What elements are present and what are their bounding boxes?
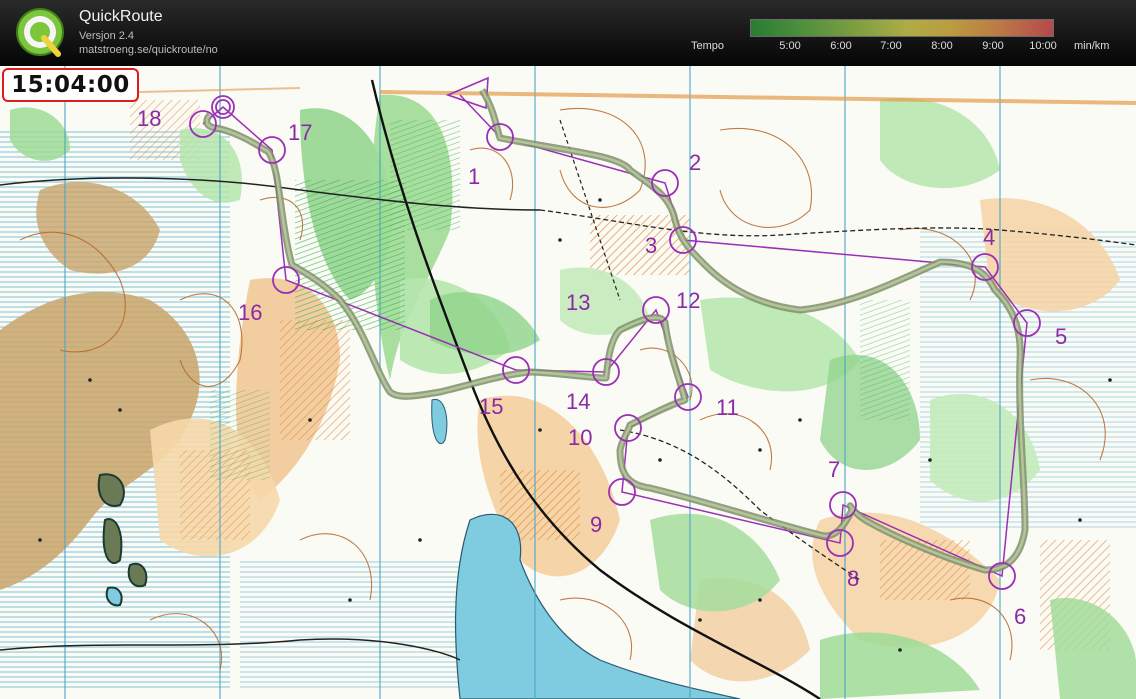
- tempo-label: Tempo: [691, 40, 725, 52]
- tempo-tick: 9:00: [982, 40, 1004, 52]
- control-label-12: 12: [676, 288, 700, 313]
- control-label-6: 6: [1014, 604, 1026, 629]
- control-label-10: 10: [568, 425, 592, 450]
- orienteering-map[interactable]: 1 2 3 4 5 6 7 8 9 10 11 12 13 14 15 16 1…: [0, 66, 1136, 699]
- control-label-8: 8: [847, 566, 859, 591]
- app-version: Versjon 2.4: [79, 30, 135, 42]
- app-header: QuickRoute Versjon 2.4 matstroeng.se/qui…: [0, 0, 1136, 66]
- control-label-18: 18: [137, 106, 161, 131]
- tempo-tick: 10:00: [1029, 40, 1057, 52]
- tempo-tick: 7:00: [880, 40, 902, 52]
- control-label-14: 14: [566, 389, 590, 414]
- control-label-2: 2: [689, 150, 701, 175]
- control-label-11: 11: [716, 395, 739, 420]
- control-label-17: 17: [288, 120, 312, 145]
- tempo-color-scale: [750, 19, 1054, 37]
- race-clock: 15:04:00: [2, 68, 139, 102]
- tempo-unit: min/km: [1074, 40, 1110, 52]
- control-label-3: 3: [645, 233, 657, 258]
- marsh-area: [240, 560, 460, 690]
- map-canvas[interactable]: 1 2 3 4 5 6 7 8 9 10 11 12 13 14 15 16 1…: [0, 66, 1136, 699]
- control-label-4: 4: [983, 225, 995, 250]
- tempo-tick: 5:00: [779, 40, 801, 52]
- app-title: QuickRoute: [79, 8, 163, 25]
- control-label-7: 7: [828, 457, 840, 482]
- tempo-tick: 8:00: [931, 40, 953, 52]
- control-label-13: 13: [566, 290, 590, 315]
- quickroute-logo-icon: [16, 8, 64, 57]
- control-label-16: 16: [238, 300, 262, 325]
- tempo-tick: 6:00: [830, 40, 852, 52]
- control-label-1: 1: [468, 164, 480, 189]
- control-label-5: 5: [1055, 324, 1067, 349]
- control-label-9: 9: [590, 512, 602, 537]
- control-label-15: 15: [479, 394, 503, 419]
- app-url[interactable]: matstroeng.se/quickroute/no: [79, 44, 218, 56]
